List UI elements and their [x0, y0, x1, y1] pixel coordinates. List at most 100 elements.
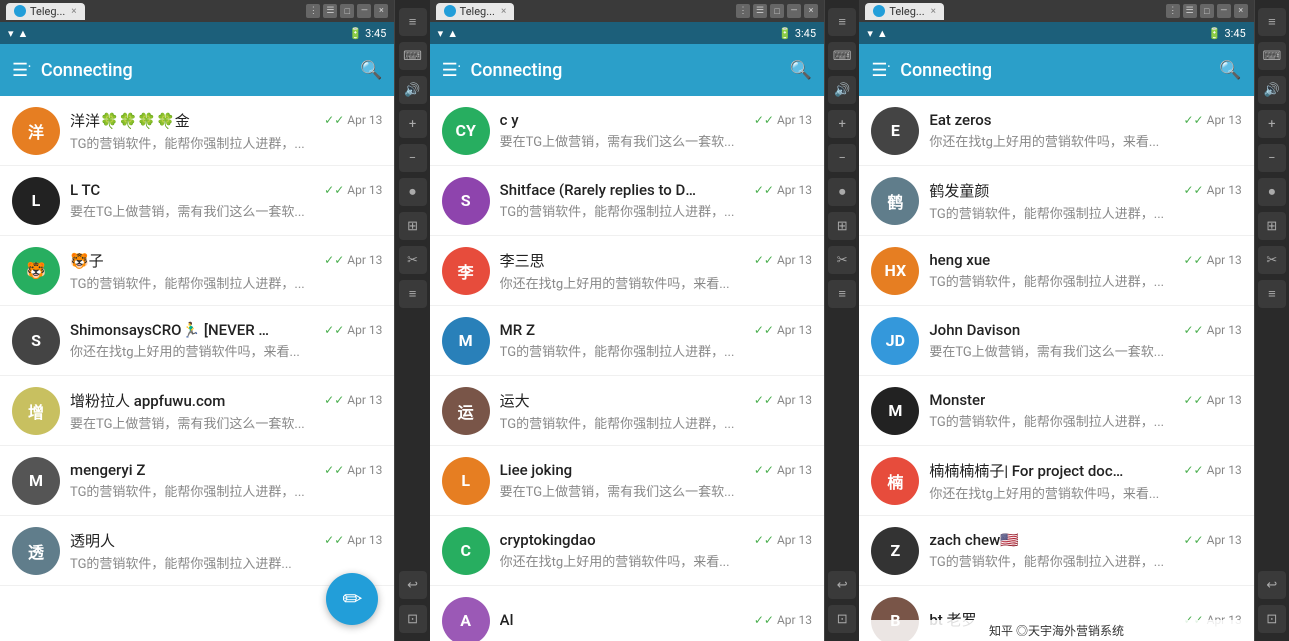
chat-meta: ✓✓Apr 13: [324, 323, 382, 337]
toolbar-btn-4[interactable]: −: [399, 144, 427, 172]
toolbar-btn-1[interactable]: ⌨: [1258, 42, 1286, 70]
toolbar-btn-8[interactable]: ≡: [1258, 280, 1286, 308]
toolbar-btn-3[interactable]: +: [1258, 110, 1286, 138]
tab-close-btn[interactable]: ×: [71, 6, 76, 17]
toolbar-btn-10[interactable]: ↩: [1258, 571, 1286, 599]
toolbar-btn-7[interactable]: ✂: [399, 246, 427, 274]
browser-tab-active[interactable]: Teleg...×: [6, 3, 85, 20]
menu-icon[interactable]: ☰•: [12, 60, 31, 81]
chat-list-item[interactable]: 鹤鹤发童颜✓✓Apr 13TG的营销软件，能帮你强制拉人进群，...: [859, 166, 1253, 236]
window-control-btn[interactable]: ×: [374, 4, 388, 18]
chat-list-item[interactable]: MMR Z✓✓Apr 13TG的营销软件，能帮你强制拉人进群，...: [430, 306, 824, 376]
avatar: L: [442, 457, 490, 505]
chat-list-item[interactable]: SShitface (Rarely replies to DMs)✓✓Apr 1…: [430, 166, 824, 236]
toolbar-btn-5[interactable]: ⏺: [399, 178, 427, 206]
toolbar-btn-1[interactable]: ⌨: [399, 42, 427, 70]
chat-list-item[interactable]: LLiee joking✓✓Apr 13要在TG上做营销，需有我们这么一套软..…: [430, 446, 824, 516]
chat-list-item[interactable]: 楠楠楠楠楠子| For project dockin...✓✓Apr 13你还在…: [859, 446, 1253, 516]
toolbar-btn-10[interactable]: ↩: [399, 571, 427, 599]
chat-list-item[interactable]: SShimonsaysCRO🏃‍♂️ [NEVER D...✓✓Apr 13你还…: [0, 306, 394, 376]
chat-meta: ✓✓Apr 13: [1184, 323, 1242, 337]
chat-list-item[interactable]: AAl✓✓Apr 13: [430, 586, 824, 641]
toolbar-btn-0[interactable]: ≡: [828, 8, 856, 36]
chat-list-item[interactable]: JDJohn Davison✓✓Apr 13要在TG上做营销，需有我们这么一套软…: [859, 306, 1253, 376]
chat-meta: ✓✓Apr 13: [324, 113, 382, 127]
avatar: 洋: [12, 107, 60, 155]
toolbar-btn-8[interactable]: ≡: [399, 280, 427, 308]
toolbar-btn-0[interactable]: ≡: [1258, 8, 1286, 36]
toolbar-btn-7[interactable]: ✂: [828, 246, 856, 274]
toolbar-btn-6[interactable]: ⊞: [828, 212, 856, 240]
chat-list-item[interactable]: 洋洋洋🍀🍀🍀🍀金✓✓Apr 13TG的营销软件，能帮你强制拉人进群，...: [0, 96, 394, 166]
window-control-btn[interactable]: □: [1200, 4, 1214, 18]
search-icon[interactable]: 🔍: [360, 60, 382, 81]
toolbar-btn-1[interactable]: ⌨: [828, 42, 856, 70]
tab-label: Teleg...: [889, 5, 924, 18]
window-control-btn[interactable]: ×: [804, 4, 818, 18]
toolbar-btn-8[interactable]: ≡: [828, 280, 856, 308]
toolbar-btn-6[interactable]: ⊞: [1258, 212, 1286, 240]
chat-name-row: 增粉拉人 appfuwu.com✓✓Apr 13: [70, 390, 382, 411]
telegram-favicon: [14, 5, 26, 17]
toolbar-btn-5[interactable]: ⏺: [828, 178, 856, 206]
toolbar-btn-2[interactable]: 🔊: [828, 76, 856, 104]
window-control-btn[interactable]: □: [340, 4, 354, 18]
toolbar-btn-11[interactable]: ⊡: [399, 605, 427, 633]
chat-list-item[interactable]: MMonster✓✓Apr 13TG的营销软件，能帮你强制拉人进群，...: [859, 376, 1253, 446]
window-control-btn[interactable]: ×: [1234, 4, 1248, 18]
tab-close-btn[interactable]: ×: [501, 6, 506, 17]
chat-list-item[interactable]: Ccryptokingdao✓✓Apr 13你还在找tg上好用的营销软件吗，来看…: [430, 516, 824, 586]
toolbar-btn-11[interactable]: ⊡: [1258, 605, 1286, 633]
chat-list-item[interactable]: LL TC✓✓Apr 13要在TG上做营销，需有我们这么一套软...: [0, 166, 394, 236]
toolbar-btn-6[interactable]: ⊞: [399, 212, 427, 240]
chat-date: Apr 13: [1207, 113, 1242, 127]
menu-icon[interactable]: ☰•: [871, 60, 890, 81]
search-icon[interactable]: 🔍: [1219, 60, 1241, 81]
toolbar-btn-3[interactable]: +: [828, 110, 856, 138]
window-control-btn[interactable]: □: [770, 4, 784, 18]
chat-list-item[interactable]: CYc y✓✓Apr 13要在TG上做营销，需有我们这么一套软...: [430, 96, 824, 166]
chat-list-item[interactable]: Mmengeryi Z✓✓Apr 13TG的营销软件，能帮你强制拉人进群，...: [0, 446, 394, 516]
chat-name-row: 透明人✓✓Apr 13: [70, 530, 382, 551]
window-control-btn[interactable]: ⋮: [736, 4, 750, 18]
read-receipt-icon: ✓✓: [1184, 113, 1204, 127]
window-control-btn[interactable]: —: [357, 4, 371, 18]
chat-list-item[interactable]: HXheng xue✓✓Apr 13TG的营销软件，能帮你强制拉人进群，...: [859, 236, 1253, 306]
toolbar-btn-2[interactable]: 🔊: [399, 76, 427, 104]
toolbar-btn-3[interactable]: +: [399, 110, 427, 138]
search-icon[interactable]: 🔍: [790, 60, 812, 81]
window-control-btn[interactable]: —: [1217, 4, 1231, 18]
compose-fab-button[interactable]: ✏: [326, 573, 378, 625]
chat-list-item[interactable]: 增增粉拉人 appfuwu.com✓✓Apr 13要在TG上做营销，需有我们这么…: [0, 376, 394, 446]
toolbar-btn-4[interactable]: −: [828, 144, 856, 172]
menu-icon[interactable]: ☰•: [442, 60, 461, 81]
toolbar-btn-4[interactable]: −: [1258, 144, 1286, 172]
window-control-btn[interactable]: ⋮: [306, 4, 320, 18]
chat-list-item[interactable]: 🐯🐯子✓✓Apr 13TG的营销软件，能帮你强制拉人进群，...: [0, 236, 394, 306]
read-receipt-icon: ✓✓: [754, 463, 774, 477]
chat-list-item[interactable]: Zzach chew🇺🇸✓✓Apr 13TG的营销软件，能帮你强制拉入进群，..…: [859, 516, 1253, 586]
window-control-btn[interactable]: ☰: [323, 4, 337, 18]
browser-tab-active[interactable]: Teleg... ×: [865, 3, 944, 20]
tab-close-btn[interactable]: ×: [931, 6, 936, 17]
toolbar-btn-7[interactable]: ✂: [1258, 246, 1286, 274]
toolbar-btn-5[interactable]: ⏺: [1258, 178, 1286, 206]
chat-list-item[interactable]: 李李三思✓✓Apr 13你还在找tg上好用的营销软件吗，来看...: [430, 236, 824, 306]
browser-tab-active[interactable]: Teleg...×: [436, 3, 515, 20]
chat-info: 鹤发童颜✓✓Apr 13TG的营销软件，能帮你强制拉人进群，...: [929, 180, 1241, 222]
toolbar-btn-11[interactable]: ⊡: [828, 605, 856, 633]
toolbar-btn-0[interactable]: ≡: [399, 8, 427, 36]
window-control-btn[interactable]: ⋮: [1166, 4, 1180, 18]
status-left: ▾ ▲: [8, 27, 28, 40]
avatar: JD: [871, 317, 919, 365]
window-control-btn[interactable]: ☰: [753, 4, 767, 18]
toolbar-btn-2[interactable]: 🔊: [1258, 76, 1286, 104]
window-control-btn[interactable]: —: [787, 4, 801, 18]
chat-list-item[interactable]: 透透明人✓✓Apr 13TG的营销软件，能帮你强制拉入进群...: [0, 516, 394, 586]
chat-list-item[interactable]: 运运大✓✓Apr 13TG的营销软件，能帮你强制拉人进群，...: [430, 376, 824, 446]
chat-date: Apr 13: [1207, 463, 1242, 477]
toolbar-btn-10[interactable]: ↩: [828, 571, 856, 599]
chat-list-item[interactable]: EEat zeros✓✓Apr 13你还在找tg上好用的营销软件吗，来看...: [859, 96, 1253, 166]
window-control-btn[interactable]: ☰: [1183, 4, 1197, 18]
chat-preview: 要在TG上做营销，需有我们这么一套软...: [500, 131, 812, 150]
